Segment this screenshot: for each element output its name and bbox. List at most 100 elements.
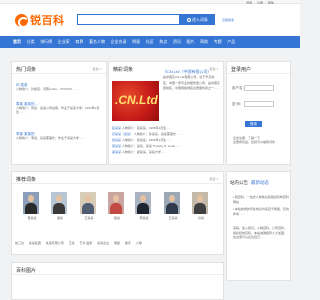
divider bbox=[12, 183, 223, 184]
recommended-person[interactable]: 李某某 bbox=[135, 192, 153, 220]
nav-item-business[interactable]: 商界 bbox=[75, 39, 83, 45]
recommended-person[interactable]: 陆某 bbox=[108, 192, 126, 220]
featured-list-item[interactable]: 赵某某 人物简介：赵某某，1966年1月生…… bbox=[112, 126, 220, 131]
featured-title: 精彩词条 bbox=[113, 67, 134, 73]
nav-item-images[interactable]: 图片 bbox=[187, 39, 195, 45]
nav-item-famous[interactable]: 著名人物 bbox=[89, 39, 105, 45]
header: 锐百科 进入词条 高级搜索 bbox=[0, 4, 300, 36]
tab-announcements[interactable]: 站内公告 bbox=[230, 180, 248, 186]
tag[interactable]: 明星 bbox=[114, 241, 120, 245]
bullet-icon: • bbox=[233, 207, 235, 211]
person-name[interactable]: 王某某 bbox=[164, 216, 182, 220]
recommended-tags: 前三位 某某集团 某某有限公司 王某 艺术 画家 某某企业 明星 歌手 人物 bbox=[15, 241, 215, 246]
logo-text: 锐百科 bbox=[30, 15, 65, 27]
tag[interactable]: 歌手 bbox=[125, 241, 131, 245]
password-input[interactable] bbox=[244, 101, 274, 107]
nav-item-home[interactable]: 首页 bbox=[13, 39, 21, 45]
login-button[interactable]: 登录 bbox=[245, 121, 262, 127]
featured-company-logo[interactable]: .CN.Ltd bbox=[112, 81, 159, 121]
person-photo[interactable] bbox=[80, 192, 96, 214]
site-logo[interactable]: 锐百科 bbox=[15, 12, 65, 28]
hot-terms-more-link[interactable]: 更多>> bbox=[92, 67, 102, 71]
tab-latest[interactable]: 最新动态 bbox=[251, 180, 269, 186]
featured-logo-text: .CN.Ltd bbox=[115, 93, 158, 107]
password-label: 密 码： bbox=[232, 102, 244, 106]
advanced-search-link[interactable]: 高级搜索 bbox=[222, 18, 234, 22]
person-name[interactable]: 李某某 bbox=[135, 216, 153, 220]
featured-list-name[interactable]: 吴某某 bbox=[112, 144, 121, 148]
bullet-icon: • bbox=[233, 195, 235, 199]
username-input[interactable] bbox=[244, 85, 274, 91]
hot-terms-panel: 热门词条 更多>> 孙 俊英 人物简介：孙俊英，河南Linkin，XXXXXX…… bbox=[11, 61, 107, 165]
featured-list-item[interactable]: 吴某某 人物简介：某某，某某 Timothy D. Cook…… bbox=[112, 144, 220, 149]
person-photo[interactable] bbox=[51, 192, 67, 214]
hot-term-item[interactable]: 孙 俊英 人物简介：孙俊英，河南Linkin，XXXXXX…… bbox=[16, 83, 102, 91]
hot-term-desc: 人物简介：孙俊英，河南Linkin，XXXXXX…… bbox=[16, 87, 78, 91]
tag[interactable]: 艺术 画家 bbox=[79, 241, 92, 245]
hot-terms-title: 热门词条 bbox=[16, 67, 37, 73]
hot-term-item[interactable]: 李某 某某的 人物简介：李某，某某董事长，毕业于某某大学…… bbox=[16, 132, 102, 140]
search-bar: 进入词条 bbox=[77, 14, 215, 25]
featured-list-text: 人物简介：某某，某某 Timothy D. Cook…… bbox=[121, 144, 181, 148]
hot-term-desc: 人物简介：李某，某某董事长，毕业于某某大学…… bbox=[16, 136, 86, 140]
notice-item[interactable]: • 锐百科，一站式人物信息和组织机构百科网站 bbox=[233, 195, 291, 205]
nav-item-community[interactable]: 社区 bbox=[146, 39, 154, 45]
divider bbox=[12, 73, 106, 74]
tag[interactable]: 某某集团 bbox=[29, 241, 41, 245]
featured-list-name[interactable]: 赵某某 bbox=[112, 126, 121, 130]
person-name[interactable]: 潘某 bbox=[51, 216, 69, 220]
nav-item-entrepreneur[interactable]: 企业家 bbox=[58, 39, 70, 45]
nav-item-companies[interactable]: 企业名录 bbox=[111, 39, 127, 45]
hot-term-item[interactable]: 周某 某某的… 人物简介：周某，某某公司总裁，毕业于某某大学，1964年2月生…… bbox=[16, 102, 102, 114]
notice-item[interactable]: • 本站收录的词条信息均来自于网络，仅供参考…… bbox=[233, 207, 291, 217]
nav-item-category[interactable]: 分类 bbox=[27, 39, 35, 45]
logo-icon bbox=[15, 13, 29, 28]
images-title: 百科图片 bbox=[16, 268, 37, 274]
person-photo[interactable] bbox=[192, 192, 208, 214]
featured-list-name[interactable]: 孙某某（某某） bbox=[112, 132, 133, 136]
recommended-person[interactable]: 王某某 bbox=[80, 192, 98, 220]
person-photo[interactable] bbox=[135, 192, 151, 214]
notice-text[interactable]: 本站收录的词条信息均来自于网络，仅供参考…… bbox=[233, 207, 289, 216]
featured-list-item[interactable]: 郑某某 人物简介：郑某某，某某大学…… bbox=[112, 150, 220, 155]
person-photo[interactable] bbox=[23, 192, 39, 214]
featured-list-item[interactable]: 孙某某（某某） 人物简介：孙某某，某某董事长…… bbox=[112, 132, 220, 137]
featured-list-name[interactable]: 钱某某 bbox=[112, 138, 121, 142]
person-name[interactable]: 王某某 bbox=[80, 216, 98, 220]
recommended-person[interactable]: 孙某 bbox=[192, 192, 210, 220]
search-input[interactable] bbox=[77, 14, 180, 25]
nav-item-hot[interactable]: 热点 bbox=[159, 39, 167, 45]
search-button[interactable]: 进入词条 bbox=[180, 14, 215, 25]
tag[interactable]: 王某 bbox=[69, 241, 75, 245]
featured-list-name[interactable]: 郑某某 bbox=[112, 150, 121, 154]
nav-item-news[interactable]: 资讯 bbox=[173, 39, 181, 45]
notice-ad: 来稿，加入我们。人物百科，公司百科，组织机构百科，本站诚邀各界人士加盟，在这里可… bbox=[233, 226, 288, 239]
notice-text[interactable]: 锐百科，一站式人物信息和组织机构百科网站 bbox=[233, 195, 289, 204]
login-title: 登录用户 bbox=[231, 67, 252, 73]
recommended-person[interactable]: 王某某 bbox=[164, 192, 182, 220]
nav-item-topics[interactable]: 专题 bbox=[214, 39, 222, 45]
person-photo[interactable] bbox=[164, 192, 180, 214]
featured-list-item[interactable]: 钱某某 人物简介：钱某某，1969年1月生…… bbox=[112, 138, 220, 143]
divider bbox=[12, 274, 223, 275]
recommended-person[interactable]: 曹某某 bbox=[23, 192, 41, 220]
password-row: 密 码： bbox=[232, 101, 282, 108]
featured-list-text: 人物简介：钱某某，1969年1月生…… bbox=[121, 138, 173, 142]
divider bbox=[227, 73, 290, 74]
images-panel: 百科图片 bbox=[11, 262, 224, 300]
nav-item-products[interactable]: 产品 bbox=[227, 39, 235, 45]
tag[interactable]: 人物 bbox=[136, 241, 142, 245]
nav-item-help[interactable]: 帮助 bbox=[200, 39, 208, 45]
recommended-more-link[interactable]: 更多>> bbox=[209, 177, 219, 181]
person-photo[interactable] bbox=[108, 192, 124, 214]
nav-item-ranking[interactable]: 排行榜 bbox=[40, 39, 52, 45]
nav-item-stars[interactable]: 明星 bbox=[132, 39, 140, 45]
tag[interactable]: 某某企业 bbox=[97, 241, 109, 245]
tag[interactable]: 某某有限公司 bbox=[46, 241, 64, 245]
recommended-person[interactable]: 潘某 bbox=[51, 192, 69, 220]
featured-list-text: 人物简介：郑某某，某某大学…… bbox=[121, 150, 167, 154]
person-name[interactable]: 孙某 bbox=[192, 216, 210, 220]
person-name[interactable]: 陆某 bbox=[108, 216, 126, 220]
person-name[interactable]: 曹某某 bbox=[23, 216, 41, 220]
tag[interactable]: 前三位 bbox=[15, 241, 24, 245]
